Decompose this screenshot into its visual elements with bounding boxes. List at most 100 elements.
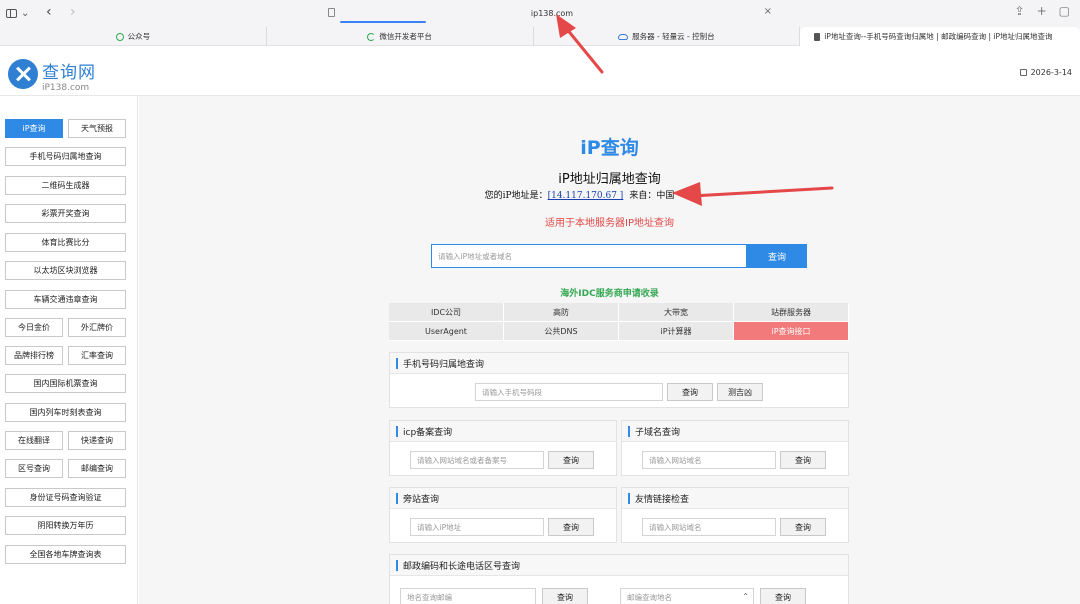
- subdomain-query-button[interactable]: 查询: [780, 451, 826, 469]
- icp-input[interactable]: 请输入网站域名或者备案号: [410, 451, 544, 469]
- ip-search-bar: 请输入iP地址或者域名 查询: [431, 244, 807, 268]
- sidebar-item-trains[interactable]: 国内列车时刻表查询: [5, 403, 126, 422]
- fortune-button[interactable]: 测吉凶: [717, 383, 763, 401]
- link-ddos[interactable]: 高防: [504, 303, 619, 322]
- main-content: iP查询 iP地址归属地查询 您的iP地址是：[14.117.170.67 ] 来…: [139, 96, 1080, 604]
- sidesite-panel: 旁站查询 请输入iP地址 查询: [389, 487, 617, 543]
- sidebar-item-ethereum[interactable]: 以太坊区块浏览器: [5, 261, 126, 280]
- sidebar-toggle[interactable]: ⌄: [6, 6, 36, 20]
- sidebar-item-areacode[interactable]: 区号查询: [5, 459, 63, 478]
- sidebar-item-traffic[interactable]: 车辆交通违章查询: [5, 290, 126, 309]
- sidebar-item-ip-query[interactable]: iP查询: [5, 119, 63, 138]
- idc-title[interactable]: 海外IDC服务商申请收录: [139, 286, 1080, 299]
- active-tab[interactable]: iP地址查询--手机号码查询归属地 | 邮政编码查询 | iP地址归属地查询: [800, 27, 1080, 46]
- sidebar-item-qrcode[interactable]: 二维码生成器: [5, 176, 126, 195]
- sidebar-item-sports[interactable]: 体育比赛比分: [5, 233, 126, 252]
- ip-address-link[interactable]: [14.117.170.67 ]: [548, 191, 624, 201]
- subdomain-input[interactable]: 请输入网站域名: [642, 451, 776, 469]
- bookmarks-bar: 公众号 微信开发者平台 服务器 - 轻量云 - 控制台 iP地址查询--手机号码…: [0, 27, 1080, 46]
- sidebar-item-lottery[interactable]: 彩票开奖查询: [5, 204, 126, 223]
- sidebar-icon: [6, 8, 17, 18]
- link-ip-calculator[interactable]: iP计算器: [619, 322, 734, 341]
- panel-title: 旁站查询: [390, 488, 616, 509]
- ip-search-button[interactable]: 查询: [747, 244, 807, 268]
- sidebar-item-gold[interactable]: 今日金价: [5, 318, 63, 337]
- page-icon: [328, 8, 335, 17]
- sidebar-item-brand[interactable]: 品牌排行榜: [5, 346, 63, 365]
- logo[interactable]: [8, 59, 38, 89]
- sidebar-item-plates[interactable]: 全国各地车牌查询表: [5, 545, 126, 564]
- hero-note: 适用于本地服务器IP地址查询: [545, 218, 674, 229]
- bookmark-label: 服务器 - 轻量云 - 控制台: [632, 32, 715, 41]
- panel-title: 友情链接检查: [622, 488, 848, 509]
- address-text: ip138.com: [530, 8, 574, 18]
- friendlink-input[interactable]: 请输入网站域名: [642, 518, 776, 536]
- sidebar-item-weather[interactable]: 天气预报: [68, 119, 126, 138]
- phone-input[interactable]: 请输入手机号码段: [475, 383, 663, 401]
- ip-search-input[interactable]: 请输入iP地址或者域名: [431, 244, 747, 268]
- link-useragent[interactable]: UserAgent: [389, 322, 504, 341]
- friendlink-query-button[interactable]: 查询: [780, 518, 826, 536]
- chevron-updown-icon: ⌃: [742, 592, 749, 601]
- postal-code-select[interactable]: 邮编查询地名 ⌃: [620, 588, 754, 604]
- forward-button[interactable]: ›: [70, 4, 76, 20]
- sidebar-item-calendar[interactable]: 阴阳转换万年历: [5, 516, 126, 535]
- ip-label: 您的iP地址是：: [484, 191, 548, 201]
- close-icon[interactable]: ×: [764, 6, 772, 17]
- new-tab-icon[interactable]: +: [1037, 4, 1047, 18]
- sidebar: iP查询 天气预报 手机号码归属地查询 二维码生成器 彩票开奖查询 体育比赛比分…: [0, 96, 138, 604]
- icp-panel: icp备案查询 请输入网站域名或者备案号 查询: [389, 420, 617, 476]
- sidesite-query-button[interactable]: 查询: [548, 518, 594, 536]
- bookmark-label: 微信开发者平台: [379, 32, 432, 41]
- browser-chrome: ⌄ ‹ › ip138.com × ⇪ + ▢ 公众号 微信开发者平台 服务器 …: [0, 0, 1080, 46]
- panel-title: icp备案查询: [390, 421, 616, 442]
- sidebar-item-phone[interactable]: 手机号码归属地查询: [5, 147, 126, 166]
- cloud-icon: [618, 33, 629, 40]
- bookmark-item[interactable]: 公众号: [0, 27, 267, 46]
- date-text: 2026-3-14: [1030, 68, 1072, 77]
- share-icon[interactable]: ⇪: [1015, 4, 1025, 18]
- logo-title: 查询网: [42, 63, 96, 83]
- header-date: 2026-3-14: [1019, 68, 1072, 77]
- load-indicator: [340, 21, 426, 23]
- sidebar-item-flights[interactable]: 国内国际机票查询: [5, 374, 126, 393]
- sidebar-item-idcard[interactable]: 身份证号码查询验证: [5, 488, 126, 507]
- link-public-dns[interactable]: 公共DNS: [504, 322, 619, 341]
- wechat-icon: [115, 32, 124, 41]
- icp-query-button[interactable]: 查询: [548, 451, 594, 469]
- postal-place-input[interactable]: 地名查询邮编: [400, 588, 536, 604]
- phone-panel: 手机号码归属地查询 请输入手机号码段 查询 测吉凶: [389, 352, 849, 408]
- ip-location: 来自：中国: [629, 191, 675, 201]
- sidesite-input[interactable]: 请输入iP地址: [410, 518, 544, 536]
- bookmark-label: 公众号: [127, 32, 151, 41]
- sidebar-item-postcode[interactable]: 邮编查询: [68, 459, 126, 478]
- site-header: 查询网 iP138.com 2026-3-14: [0, 46, 1080, 96]
- sidebar-item-express[interactable]: 快递查询: [68, 431, 126, 450]
- bookmark-item[interactable]: 微信开发者平台: [267, 27, 534, 46]
- postal-code-query-button[interactable]: 查询: [760, 588, 806, 604]
- address-bar[interactable]: ip138.com ×: [328, 3, 776, 23]
- phone-query-button[interactable]: 查询: [667, 383, 713, 401]
- link-bandwidth[interactable]: 大带宽: [619, 303, 734, 322]
- sidebar-item-exchange[interactable]: 汇率查询: [68, 346, 126, 365]
- sidebar-item-translate[interactable]: 在线翻译: [5, 431, 63, 450]
- postal-panel: 邮政编码和长途电话区号查询 地名查询邮编 查询 邮编查询地名 ⌃ 查询: [389, 554, 849, 604]
- bookmark-item[interactable]: 服务器 - 轻量云 - 控制台: [534, 27, 801, 46]
- page-subtitle: iP地址归属地查询: [558, 172, 661, 187]
- link-cluster-server[interactable]: 站群服务器: [734, 303, 849, 322]
- tab-overview-icon[interactable]: ▢: [1059, 4, 1070, 18]
- quick-links-grid: IDC公司 高防 大带宽 站群服务器 UserAgent 公共DNS iP计算器…: [389, 303, 849, 341]
- page-title: iP查询: [580, 137, 639, 159]
- link-idc[interactable]: IDC公司: [389, 303, 504, 322]
- ip-address-line: 您的iP地址是：[14.117.170.67 ] 来自：中国: [139, 188, 1080, 201]
- panel-title: 子域名查询: [622, 421, 848, 442]
- logo-text[interactable]: 查询网 iP138.com: [42, 58, 96, 93]
- logo-subtitle: iP138.com: [42, 83, 90, 93]
- panel-title: 手机号码归属地查询: [390, 353, 848, 374]
- sidebar-item-forex[interactable]: 外汇牌价: [68, 318, 126, 337]
- postal-place-query-button[interactable]: 查询: [542, 588, 588, 604]
- chevron-down-icon: ⌄: [21, 7, 30, 19]
- subdomain-panel: 子域名查询 请输入网站域名 查询: [621, 420, 849, 476]
- back-button[interactable]: ‹: [46, 4, 52, 20]
- link-ip-api[interactable]: iP查询接口: [734, 322, 849, 341]
